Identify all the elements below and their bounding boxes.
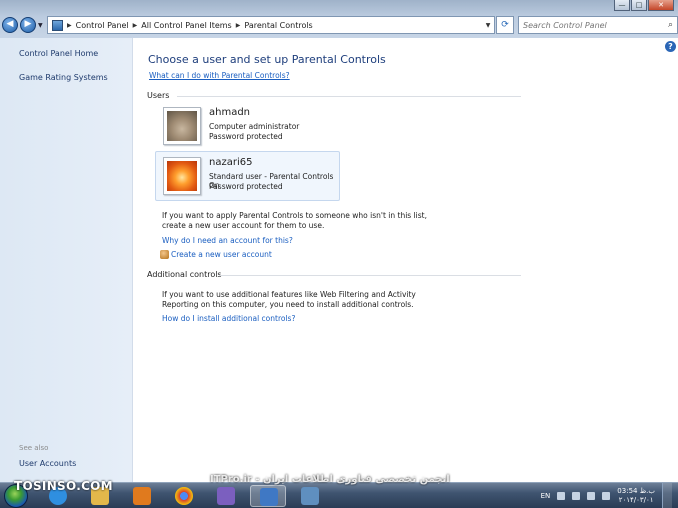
- user-name: nazari65: [209, 157, 253, 168]
- see-also-heading: See also: [19, 444, 49, 452]
- system-tray: EN 03:54 ب.ظ ۲۰۱۴/۰۳/۰۱: [541, 483, 678, 508]
- user-password-status: Password protected: [209, 132, 283, 141]
- control-panel-icon: [52, 19, 63, 31]
- chevron-right-icon[interactable]: ▶: [67, 22, 72, 29]
- avatar: [163, 157, 201, 195]
- flower-picture-icon: [167, 161, 197, 191]
- user-tile-nazari65[interactable]: nazari65 Standard user - Parental Contro…: [155, 151, 340, 201]
- search-input[interactable]: [523, 20, 658, 30]
- chevron-right-icon[interactable]: ▶: [236, 22, 241, 29]
- overlay-watermark: ITPro.ir - انجمن تخصصی فناوری اطلاعات ای…: [210, 474, 450, 485]
- refresh-icon: ⟳: [501, 20, 509, 30]
- chrome-icon: [175, 487, 193, 505]
- user-type: Computer administrator: [209, 122, 300, 131]
- additional-instructions: If you want to use additional features l…: [162, 290, 416, 310]
- apply-text-line-2: create a new user account for them to us…: [162, 221, 325, 230]
- language-indicator[interactable]: EN: [541, 492, 551, 500]
- main-content: ? Choose a user and set up Parental Cont…: [133, 38, 678, 482]
- close-button[interactable]: ✕: [648, 0, 674, 11]
- clock-time: 03:54 ب.ظ: [617, 487, 655, 495]
- address-bar[interactable]: ▶ Control Panel ▶ All Control Panel Item…: [47, 16, 495, 34]
- user-name: ahmadn: [209, 107, 251, 118]
- forward-button[interactable]: ▶: [20, 17, 36, 33]
- window-chrome: — □ ✕ ◀ ▶ ▼ ▶ Control Panel ▶ All Contro…: [0, 0, 678, 38]
- taskbar-item-app[interactable]: [208, 485, 244, 507]
- users-heading: Users: [147, 91, 170, 100]
- brand-watermark: TOSINSO.COM: [14, 479, 113, 493]
- breadcrumb-control-panel[interactable]: Control Panel: [76, 21, 129, 30]
- forward-arrow-icon: ▶: [24, 19, 32, 29]
- create-account-label[interactable]: Create a new user account: [171, 250, 272, 259]
- minimize-button[interactable]: —: [614, 0, 630, 11]
- help-icon[interactable]: ?: [665, 41, 676, 52]
- install-controls-link[interactable]: How do I install additional controls?: [162, 314, 295, 323]
- apply-text-line-1: If you want to apply Parental Controls t…: [162, 211, 427, 220]
- network-icon[interactable]: [572, 492, 581, 500]
- volume-icon[interactable]: [602, 492, 611, 500]
- back-arrow-icon: ◀: [6, 19, 14, 29]
- apply-instructions: If you want to apply Parental Controls t…: [162, 211, 427, 231]
- create-account-link[interactable]: Create a new user account: [160, 250, 272, 259]
- breadcrumb-parental-controls[interactable]: Parental Controls: [244, 21, 312, 30]
- page-title: Choose a user and set up Parental Contro…: [148, 53, 386, 66]
- show-desktop-button[interactable]: [662, 483, 672, 508]
- taskbar-item-chrome[interactable]: [166, 485, 202, 507]
- remote-icon: [301, 487, 319, 505]
- search-icon[interactable]: ⌕: [668, 20, 673, 30]
- additional-text-line-1: If you want to use additional features l…: [162, 290, 416, 299]
- user-tile-ahmadn[interactable]: ahmadn Computer administrator Password p…: [155, 101, 340, 151]
- breadcrumb-all-items[interactable]: All Control Panel Items: [141, 21, 231, 30]
- sidebar-item-game-rating-systems[interactable]: Game Rating Systems: [19, 73, 108, 82]
- sidebar: Control Panel Home Game Rating Systems S…: [0, 38, 133, 482]
- refresh-button[interactable]: ⟳: [496, 16, 514, 34]
- flag-icon[interactable]: [557, 492, 566, 500]
- window-controls: — □ ✕: [614, 0, 674, 11]
- additional-controls-heading: Additional controls: [147, 270, 222, 279]
- chevron-right-icon[interactable]: ▶: [133, 22, 138, 29]
- sidebar-item-user-accounts[interactable]: User Accounts: [19, 459, 76, 468]
- maximize-button[interactable]: □: [631, 0, 647, 11]
- sidebar-item-control-panel-home[interactable]: Control Panel Home: [19, 49, 98, 58]
- taskbar-item-remote[interactable]: [292, 485, 328, 507]
- recent-pages-dropdown[interactable]: ▼: [38, 22, 43, 29]
- bluetooth-icon[interactable]: [587, 492, 596, 500]
- user-accounts-icon: [160, 250, 169, 259]
- divider: [219, 275, 521, 276]
- app-icon: [217, 487, 235, 505]
- search-box[interactable]: ⌕: [518, 16, 678, 34]
- media-player-icon: [133, 487, 151, 505]
- taskbar-item-control-panel[interactable]: [250, 485, 286, 507]
- back-button[interactable]: ◀: [2, 17, 18, 33]
- chevron-down-icon[interactable]: ▼: [482, 22, 494, 29]
- what-can-i-do-link[interactable]: What can I do with Parental Controls?: [149, 71, 290, 80]
- additional-text-line-2: Reporting on this computer, you need to …: [162, 300, 414, 309]
- clock-date: ۲۰۱۴/۰۳/۰۱: [618, 496, 654, 504]
- control-panel-icon: [260, 488, 278, 506]
- divider: [177, 96, 521, 97]
- avatar: [163, 107, 201, 145]
- user-password-status: Password protected: [209, 182, 283, 191]
- cat-picture-icon: [167, 111, 197, 141]
- why-account-link[interactable]: Why do I need an account for this?: [162, 236, 293, 245]
- taskbar-item-media-player[interactable]: [124, 485, 160, 507]
- clock[interactable]: 03:54 ب.ظ ۲۰۱۴/۰۳/۰۱: [617, 487, 655, 505]
